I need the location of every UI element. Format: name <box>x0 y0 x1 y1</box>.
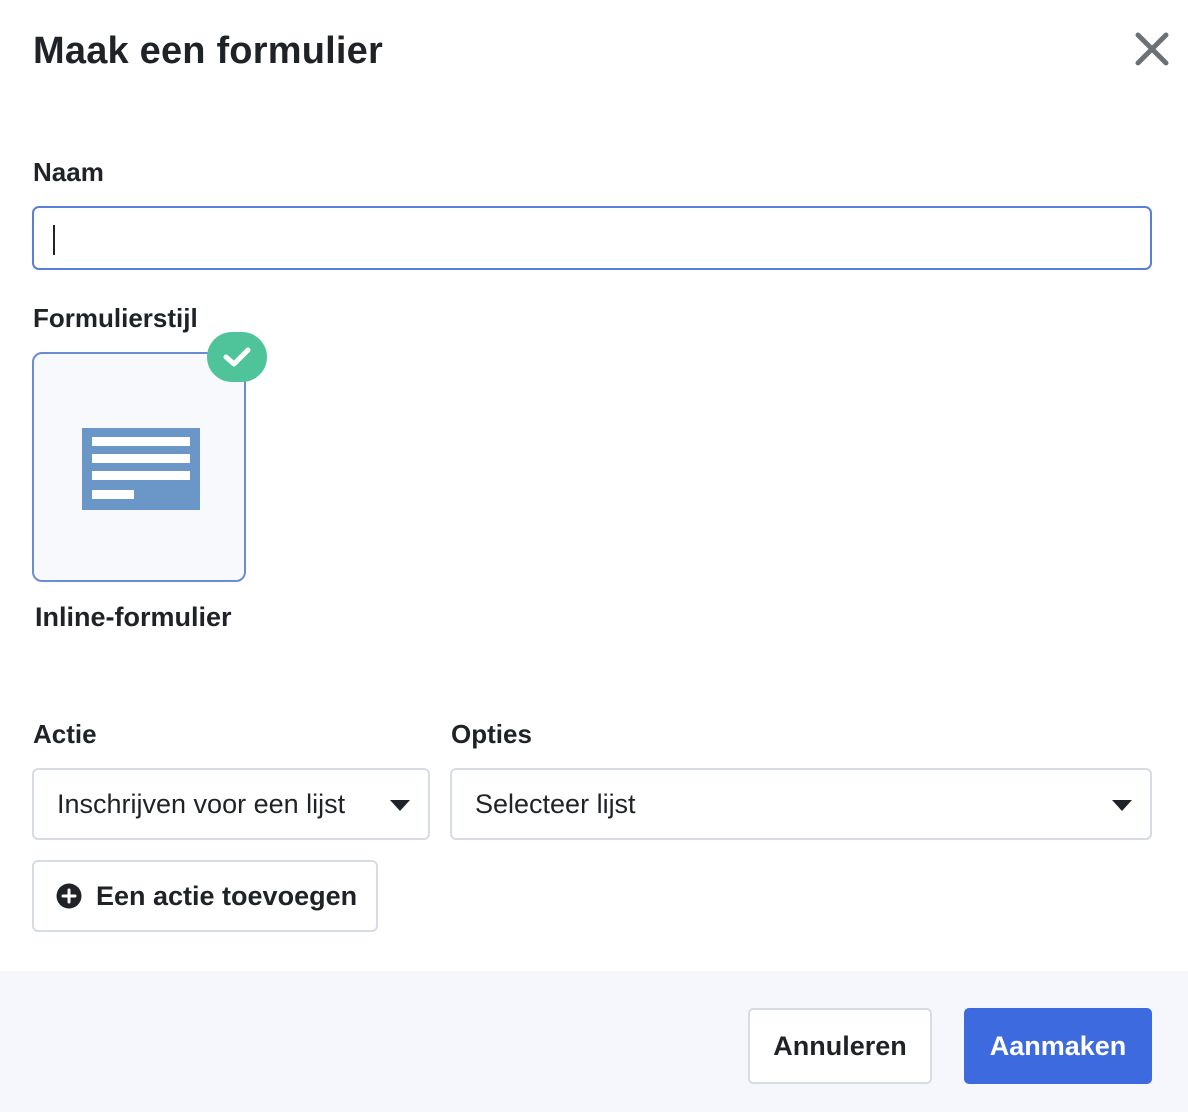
create-button[interactable]: Aanmaken <box>964 1008 1152 1084</box>
dialog-title: Maak een formulier <box>33 30 383 72</box>
options-label: Opties <box>451 719 532 749</box>
close-button[interactable] <box>1130 27 1174 71</box>
action-label: Actie <box>33 719 97 749</box>
action-select[interactable]: Inschrijven voor een lijst <box>32 768 430 840</box>
add-action-label: Een actie toevoegen <box>96 880 358 911</box>
form-style-option-name: Inline-formulier <box>35 602 232 632</box>
check-icon <box>223 347 251 367</box>
name-label: Naam <box>33 157 104 187</box>
form-style-option-inline[interactable] <box>32 352 246 582</box>
options-select[interactable]: Selecteer lijst <box>450 768 1152 840</box>
close-icon <box>1135 32 1169 66</box>
plus-circle-icon <box>56 883 82 909</box>
form-style-label: Formulierstijl <box>33 303 198 333</box>
action-select-value: Inschrijven voor een lijst <box>57 788 346 819</box>
inline-form-icon <box>82 428 200 510</box>
text-caret <box>53 225 55 255</box>
options-select-value: Selecteer lijst <box>475 788 636 819</box>
chevron-down-icon <box>1112 800 1132 811</box>
add-action-button[interactable]: Een actie toevoegen <box>32 860 378 932</box>
chevron-down-icon <box>390 800 410 811</box>
cancel-button[interactable]: Annuleren <box>748 1008 932 1084</box>
name-input-container[interactable] <box>32 206 1152 270</box>
create-form-dialog: Maak een formulier Naam Formulierstijl I… <box>0 0 1188 1112</box>
name-input[interactable] <box>34 208 1150 268</box>
selected-check-badge <box>207 332 267 382</box>
